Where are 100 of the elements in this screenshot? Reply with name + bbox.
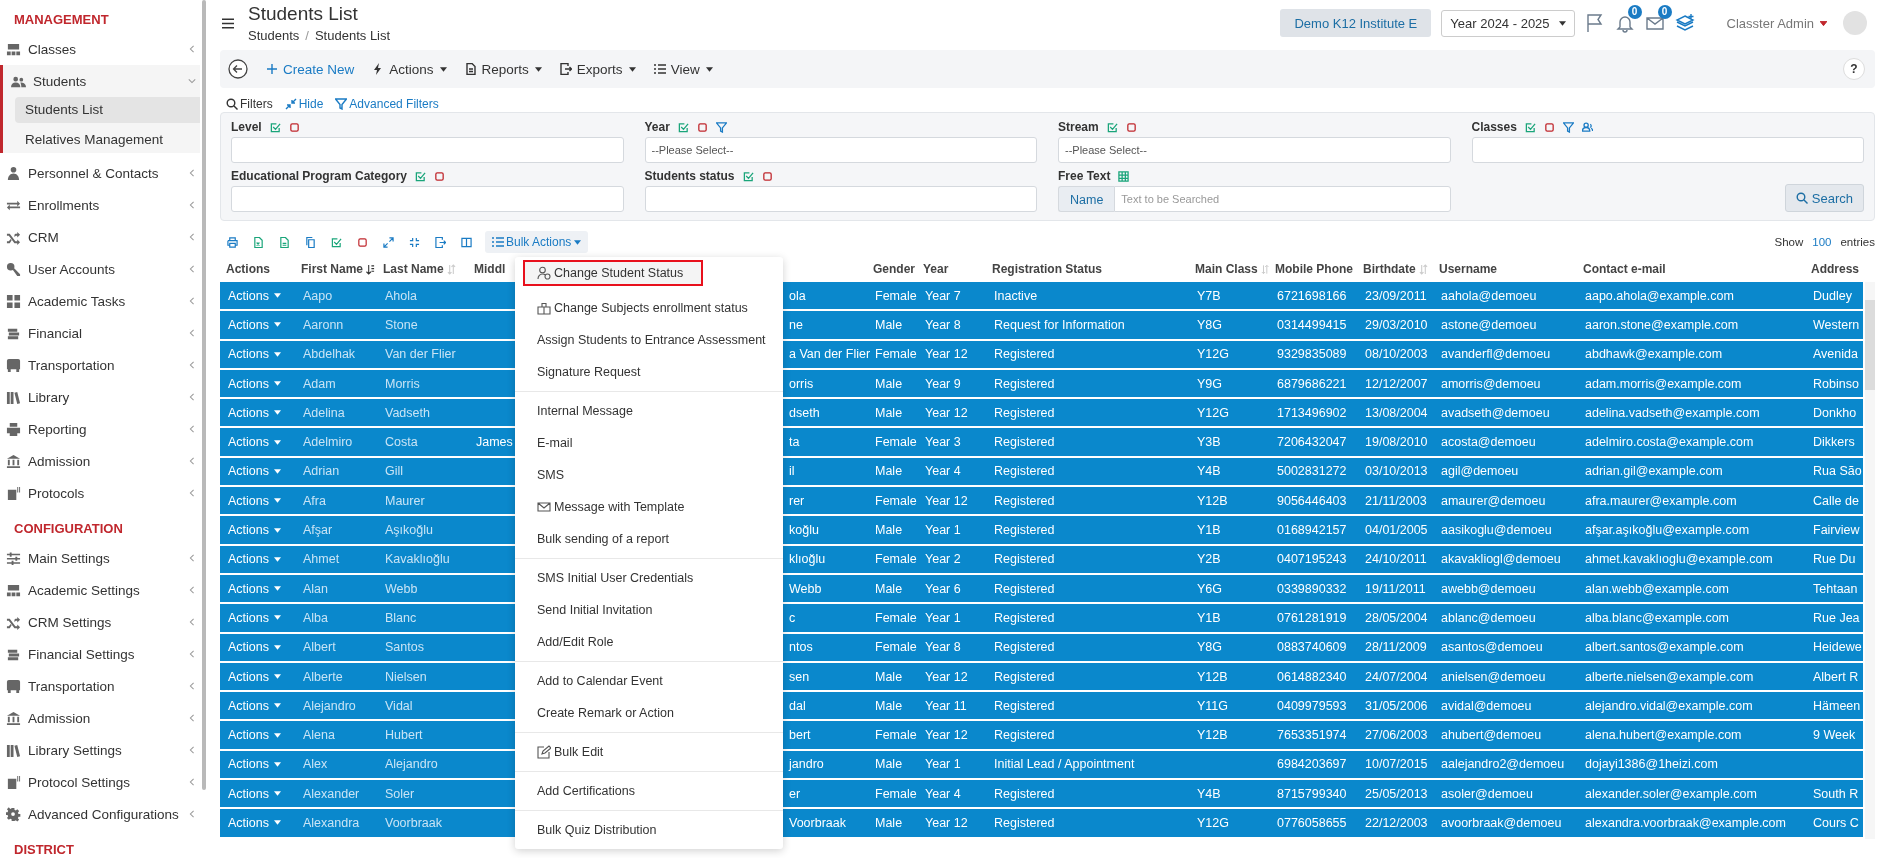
sidebar-item[interactable]: Main Settings	[0, 542, 200, 574]
actions-button[interactable]: Actions	[228, 610, 281, 625]
page-size-select[interactable]: 100	[1808, 236, 1836, 248]
actions-button[interactable]: Actions	[228, 728, 281, 743]
sidebar-item[interactable]: User Accounts	[0, 253, 200, 285]
clear-icon[interactable]	[696, 121, 708, 133]
expand-icon[interactable]	[383, 236, 394, 248]
filters-toggle[interactable]: Filters	[226, 97, 273, 111]
column-header[interactable]: Gender	[873, 262, 915, 276]
sidebar-item[interactable]: CRM Settings	[0, 606, 200, 638]
menu-item[interactable]: E-mail	[515, 427, 783, 459]
search-button[interactable]: Search	[1784, 184, 1864, 212]
clear-icon[interactable]	[434, 170, 446, 182]
filter-icon[interactable]	[715, 121, 727, 133]
sidebar-item[interactable]: Financial Settings	[0, 638, 200, 670]
sidebar-item[interactable]: Students	[3, 65, 200, 97]
column-header[interactable]: Contact e-mail	[1583, 262, 1666, 276]
clear-icon[interactable]	[761, 170, 773, 182]
clear-icon[interactable]	[1125, 121, 1137, 133]
columns-icon[interactable]	[461, 236, 472, 248]
printer-icon[interactable]	[227, 236, 238, 248]
select-field[interactable]	[231, 137, 624, 163]
compress-icon[interactable]	[409, 236, 420, 248]
create-button[interactable]: Create New	[266, 61, 355, 77]
column-header[interactable]: First Name	[301, 262, 364, 276]
actions-button[interactable]: Actions	[228, 405, 281, 420]
sidebar-item[interactable]: Academic Tasks	[0, 285, 200, 317]
input-field[interactable]: Text to be Searched	[1114, 186, 1451, 212]
sidebar-item[interactable]: Protocols	[0, 477, 200, 509]
toolbar-button[interactable]: Reports	[464, 61, 542, 77]
actions-button[interactable]: Actions	[228, 552, 281, 567]
column-header[interactable]: Mobile Phone	[1275, 262, 1353, 276]
select-all-icon[interactable]	[1106, 121, 1118, 133]
actions-button[interactable]: Actions	[228, 493, 281, 508]
sidebar-item[interactable]: Financial	[0, 317, 200, 349]
select-all-icon[interactable]	[677, 121, 689, 133]
clear-icon[interactable]	[357, 236, 368, 248]
select-field[interactable]	[644, 186, 1037, 212]
actions-button[interactable]: Actions	[228, 317, 281, 332]
sidebar-item[interactable]: Transportation	[0, 670, 200, 702]
select-field[interactable]: --Please Select--	[1058, 137, 1451, 163]
scrollbar[interactable]	[1865, 282, 1875, 839]
sidebar-item[interactable]: CRM	[0, 221, 200, 253]
sidebar-item[interactable]: Library	[0, 381, 200, 413]
menu-item[interactable]: Change Student Status	[523, 260, 703, 286]
column-header[interactable]: Last Name	[383, 262, 444, 276]
column-header[interactable]: Middl	[474, 262, 506, 276]
flag-icon[interactable]	[1584, 13, 1605, 33]
column-header[interactable]: Actions	[226, 262, 270, 276]
institute-button[interactable]: Demo K12 Institute E	[1280, 9, 1432, 37]
actions-button[interactable]: Actions	[228, 288, 281, 303]
sidebar-item[interactable]: Enrollments	[0, 189, 200, 221]
layers-icon[interactable]	[1674, 13, 1695, 33]
hide-link[interactable]: Hide	[284, 97, 324, 111]
actions-button[interactable]: Actions	[228, 435, 281, 450]
column-header[interactable]: Registration Status	[992, 262, 1102, 276]
select-field[interactable]: --Please Select--	[644, 137, 1037, 163]
actions-button[interactable]: Actions	[228, 464, 281, 479]
sidebar-item[interactable]: Admission	[0, 702, 200, 734]
actions-button[interactable]: Actions	[228, 347, 281, 362]
sidebar-subitem[interactable]: Relatives Management	[15, 127, 200, 153]
toolbar-button[interactable]: View	[653, 61, 713, 77]
sidebar-item[interactable]: Advanced Configurations	[0, 798, 200, 830]
actions-button[interactable]: Actions	[228, 669, 281, 684]
table-icon[interactable]	[1118, 170, 1130, 182]
toolbar-button[interactable]: Exports	[559, 61, 636, 77]
select-field[interactable]	[231, 186, 624, 212]
clear-icon[interactable]	[1543, 121, 1555, 133]
bulk-actions-button[interactable]: Bulk Actions	[485, 231, 589, 253]
sidebar-item[interactable]: Academic Settings	[0, 574, 200, 606]
filter-icon[interactable]	[1562, 121, 1574, 133]
select-all-icon[interactable]	[1524, 121, 1536, 133]
sidebar-subitem[interactable]: Students List	[15, 97, 200, 123]
sidebar-item[interactable]: Admission	[0, 445, 200, 477]
bell-icon[interactable]	[1614, 13, 1635, 33]
sidebar-item[interactable]: Transportation	[0, 349, 200, 381]
select-all-icon[interactable]	[415, 170, 427, 182]
actions-button[interactable]: Actions	[228, 816, 281, 830]
column-header[interactable]: Main Class	[1195, 262, 1258, 276]
sidebar-item[interactable]: Reporting	[0, 413, 200, 445]
select-all-icon[interactable]	[269, 121, 281, 133]
breadcrumb-link[interactable]: Students List	[314, 28, 391, 43]
sidebar-item[interactable]: Library Settings	[0, 734, 200, 766]
column-header[interactable]: Address	[1811, 262, 1860, 276]
actions-button[interactable]: Actions	[228, 523, 281, 537]
select-all-icon[interactable]	[742, 170, 754, 182]
actions-button[interactable]: Actions	[228, 698, 281, 713]
scrollbar[interactable]	[202, 0, 206, 790]
year-select[interactable]: Year 2024 - 2025	[1441, 9, 1575, 37]
toolbar-button[interactable]: Actions	[372, 61, 447, 77]
actions-button[interactable]: Actions	[228, 376, 281, 391]
help-button[interactable]: ?	[1843, 58, 1865, 80]
select-all-icon[interactable]	[331, 236, 342, 248]
export-icon[interactable]	[435, 236, 446, 248]
breadcrumb-link[interactable]: Students	[248, 28, 300, 43]
user-menu[interactable]: Classter Admin	[1720, 14, 1833, 32]
people-icon[interactable]	[1581, 121, 1593, 133]
sidebar-item[interactable]: Personnel & Contacts	[0, 157, 200, 189]
column-header[interactable]: Birthdate	[1363, 262, 1416, 276]
back-icon[interactable]	[228, 59, 248, 79]
